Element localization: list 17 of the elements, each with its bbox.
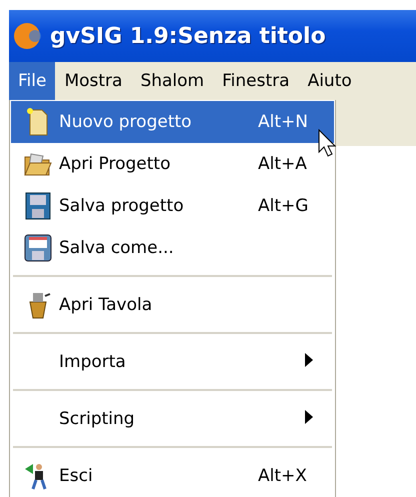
menu-item[interactable]: Esci Alt+X xyxy=(11,455,334,497)
menu-tab[interactable]: Mostra xyxy=(55,62,132,100)
menu-item[interactable]: Nuovo progetto Alt+N xyxy=(11,101,334,143)
menu-item[interactable]: Importa xyxy=(11,341,334,383)
menu-tab[interactable]: Aiuto xyxy=(298,62,361,100)
app-logo-icon xyxy=(12,20,44,52)
menu-item[interactable]: Apri Tavola xyxy=(11,284,334,326)
window-title: gvSIG 1.9:Senza titolo xyxy=(50,24,326,48)
menu-tab[interactable]: File xyxy=(9,62,56,100)
menu-item[interactable]: Apri Progetto Alt+A xyxy=(11,143,334,185)
menu-tab[interactable]: Shalom xyxy=(131,62,214,100)
submenu-arrow-icon xyxy=(304,353,314,367)
menu-item[interactable]: Salva progetto Alt+G xyxy=(11,185,334,227)
menu-tab[interactable]: Finestra xyxy=(213,62,299,100)
menu-item[interactable]: Salva come... xyxy=(11,227,334,269)
menu-item[interactable]: Scripting xyxy=(11,398,334,440)
submenu-arrow-icon xyxy=(304,410,314,424)
